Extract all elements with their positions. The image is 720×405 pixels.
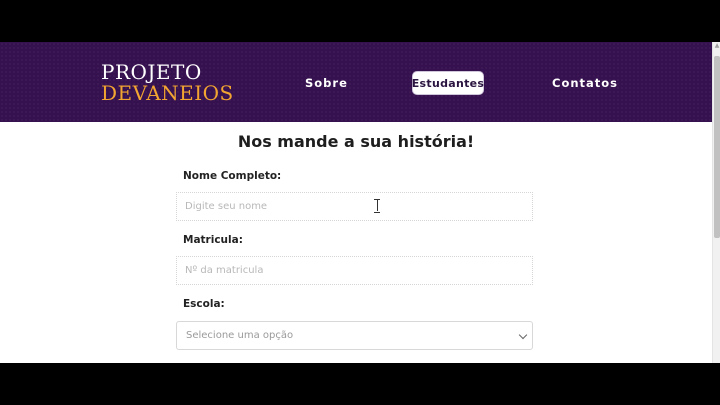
escola-select-value: Selecione uma opção	[186, 330, 294, 341]
escola-label: Escola:	[183, 298, 225, 310]
nav-link-sobre[interactable]: Sobre	[305, 76, 348, 90]
text-cursor-icon	[374, 199, 380, 213]
site-header: PROJETO DEVANEIOS Sobre Estudantes Conta…	[0, 42, 712, 122]
page-scrollbar[interactable]: ▲	[712, 42, 720, 363]
form-title: Nos mande a sua história!	[237, 132, 475, 151]
page-viewport: PROJETO DEVANEIOS Sobre Estudantes Conta…	[0, 42, 720, 363]
nav-link-estudantes[interactable]: Estudantes	[412, 71, 484, 95]
logo-line-devaneios: DEVANEIOS	[101, 81, 234, 105]
logo-line-projeto: PROJETO	[101, 60, 202, 84]
site-logo[interactable]: PROJETO DEVANEIOS	[101, 62, 234, 103]
escola-select[interactable]: Selecione uma opção	[176, 321, 533, 350]
nome-label: Nome Completo:	[183, 170, 282, 182]
chevron-down-icon	[518, 330, 528, 340]
nav-link-contatos[interactable]: Contatos	[552, 76, 618, 90]
scrollbar-thumb[interactable]	[714, 56, 720, 238]
matricula-label: Matricula:	[183, 234, 243, 246]
matricula-input[interactable]	[176, 256, 533, 285]
arrow-up-icon[interactable]: ▲	[714, 43, 720, 49]
nome-input[interactable]	[176, 192, 533, 221]
